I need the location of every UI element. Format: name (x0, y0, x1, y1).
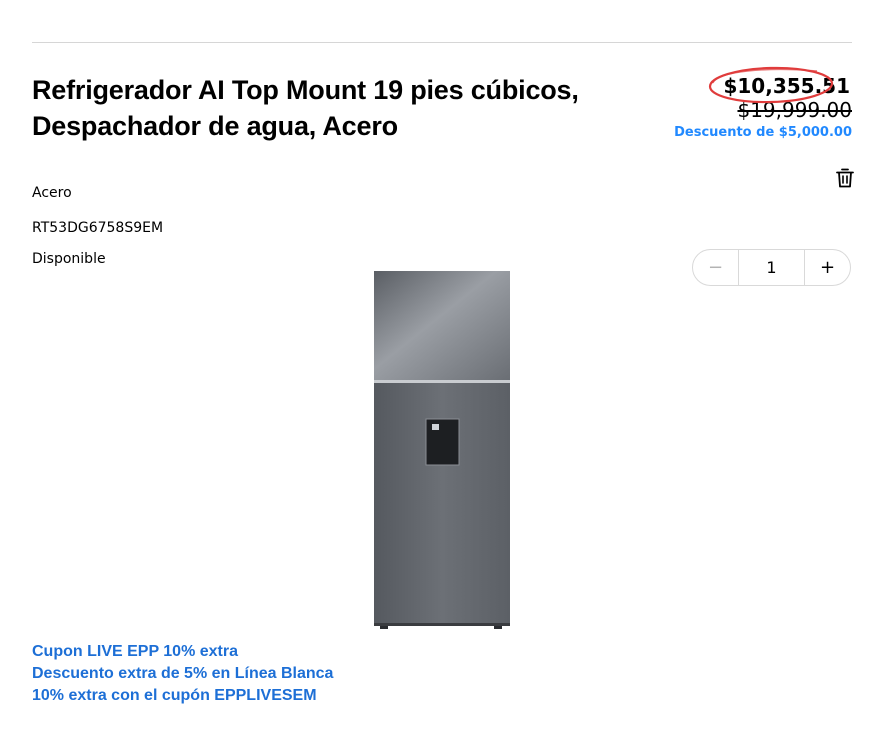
promotions-list: Cupon LIVE EPP 10% extra Descuento extra… (32, 641, 333, 707)
current-price: $10,355.51 (709, 66, 852, 104)
promotion-link[interactable]: 10% extra con el cupón EPPLIVESEM (32, 685, 333, 707)
decrease-quantity-button[interactable]: − (693, 250, 738, 285)
quantity-stepper: − 1 + (692, 249, 851, 286)
product-model: RT53DG6758S9EM (32, 220, 164, 236)
current-price-text: $10,355.51 (723, 74, 850, 98)
promotion-link[interactable]: Cupon LIVE EPP 10% extra (32, 641, 333, 663)
refrigerator-image[interactable] (370, 268, 514, 632)
discount-label: Descuento de $5,000.00 (674, 125, 852, 140)
availability-status: Disponible (32, 251, 106, 267)
product-color: Acero (32, 185, 72, 201)
top-divider (32, 42, 852, 43)
quantity-value[interactable]: 1 (738, 250, 805, 285)
increase-quantity-button[interactable]: + (805, 250, 850, 285)
product-title[interactable]: Refrigerador AI Top Mount 19 pies cúbico… (32, 72, 592, 144)
promotion-link[interactable]: Descuento extra de 5% en Línea Blanca (32, 663, 333, 685)
trash-icon[interactable] (836, 168, 854, 188)
price-block: $10,355.51 $19,999.00 Descuento de $5,00… (674, 66, 852, 143)
